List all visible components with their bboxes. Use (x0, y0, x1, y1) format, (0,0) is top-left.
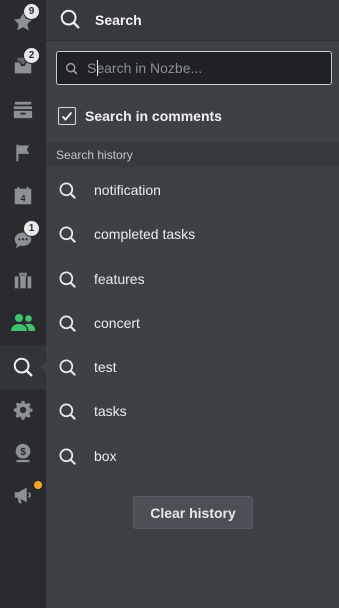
history-item-label: features (94, 270, 145, 287)
comments-count-badge: 1 (24, 221, 39, 236)
search-icon (59, 403, 76, 421)
search-history-header: Search history (46, 143, 339, 167)
starred-count-badge: 9 (24, 4, 39, 19)
text-cursor (97, 60, 98, 76)
search-icon (59, 315, 76, 332)
nav-templates[interactable] (0, 259, 46, 303)
nav-announcements[interactable] (0, 473, 46, 517)
search-panel: Search Search in comments Search history… (46, 0, 339, 608)
briefcase-icon (14, 272, 32, 289)
left-navigation-rail: 9 2 4 1 $ (0, 0, 46, 608)
search-in-comments-label: Search in comments (85, 108, 222, 124)
checkmark-icon (61, 111, 73, 121)
search-icon (59, 226, 76, 243)
search-icon (59, 182, 76, 199)
nav-team[interactable] (0, 301, 46, 345)
history-item[interactable]: notification (46, 167, 339, 211)
panel-header: Search (46, 0, 339, 41)
search-icon (60, 9, 80, 29)
page-title: Search (95, 12, 142, 28)
section-label: Search history (56, 148, 133, 162)
flag-icon (16, 144, 30, 162)
search-in-comments-option[interactable]: Search in comments (58, 106, 222, 126)
history-item-label: completed tasks (94, 226, 196, 243)
history-item-label: test (94, 359, 117, 376)
history-item-label: concert (94, 314, 140, 331)
search-history-list: notification completed tasks features co… (46, 167, 339, 477)
history-item[interactable]: tasks (46, 388, 339, 432)
tray-stack-icon (13, 101, 33, 119)
megaphone-icon (14, 487, 31, 504)
history-item[interactable]: test (46, 344, 339, 388)
search-icon (65, 62, 78, 75)
history-item[interactable]: features (46, 256, 339, 300)
search-field[interactable] (56, 51, 332, 85)
clear-history-button[interactable]: Clear history (133, 496, 253, 529)
nav-settings[interactable] (0, 388, 46, 432)
dollar-coin-icon: $ (15, 443, 31, 463)
history-item[interactable]: concert (46, 300, 339, 344)
svg-text:$: $ (20, 447, 26, 458)
team-icon (11, 314, 35, 331)
history-item[interactable]: completed tasks (46, 211, 339, 255)
search-input[interactable] (85, 56, 325, 80)
history-item[interactable]: box (46, 433, 339, 477)
history-item-label: box (94, 447, 117, 464)
search-icon (59, 359, 76, 376)
new-announcement-dot (34, 481, 42, 489)
search-icon (59, 271, 76, 288)
search-in-comments-checkbox[interactable] (58, 107, 76, 125)
nav-starred[interactable]: 9 (0, 0, 46, 44)
nav-calendar[interactable]: 4 (0, 174, 46, 218)
history-item-label: tasks (94, 403, 127, 420)
search-icon (59, 448, 76, 465)
nav-projects[interactable] (0, 88, 46, 132)
nav-comments[interactable]: 1 (0, 218, 46, 262)
gear-icon (13, 400, 33, 420)
history-item-label: notification (94, 182, 161, 198)
calendar-icon: 4 (14, 186, 32, 205)
search-icon (13, 357, 33, 377)
nav-priority[interactable] (0, 131, 46, 175)
nav-billing[interactable]: $ (0, 431, 46, 475)
inbox-count-badge: 2 (24, 48, 39, 63)
nav-inbox[interactable]: 2 (0, 44, 46, 88)
